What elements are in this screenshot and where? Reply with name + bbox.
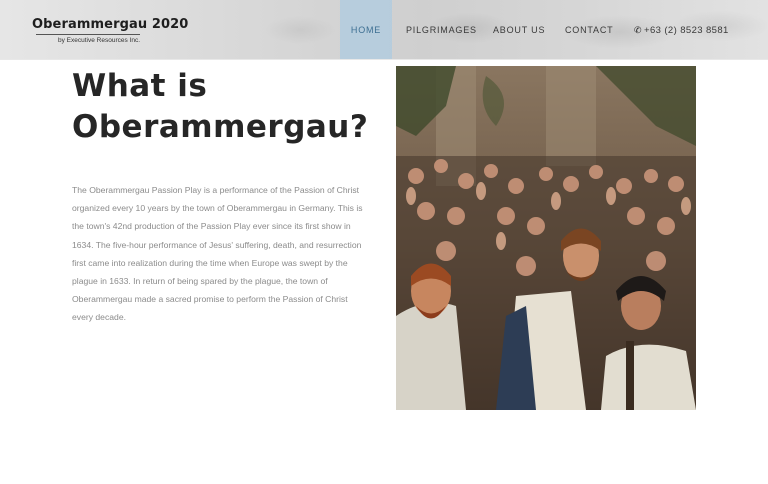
nav-home[interactable]: HOME <box>340 0 392 59</box>
nav-about-us[interactable]: ABOUT US <box>493 0 545 59</box>
site-logo[interactable]: Oberammergau 2020 by Executive Resources… <box>32 17 189 44</box>
logo-title: Oberammergau 2020 <box>32 17 189 32</box>
logo-divider <box>36 34 140 35</box>
nav-pilgrimages[interactable]: PILGRIMAGES <box>406 0 477 59</box>
nav-contact[interactable]: CONTACT <box>565 0 613 59</box>
page-title: What is Oberammergau? <box>72 68 369 145</box>
phone-number: +63 (2) 8523 8581 <box>644 25 729 36</box>
intro-paragraph: The Oberammergau Passion Play is a perfo… <box>72 185 363 323</box>
phone-icon: ✆ <box>634 25 642 35</box>
nav-phone-link[interactable]: ✆ +63 (2) 8523 8581 <box>634 0 729 59</box>
site-header: Oberammergau 2020 by Executive Resources… <box>0 0 768 60</box>
logo-subtitle: by Executive Resources Inc. <box>58 37 141 44</box>
passion-play-photo <box>396 66 696 410</box>
